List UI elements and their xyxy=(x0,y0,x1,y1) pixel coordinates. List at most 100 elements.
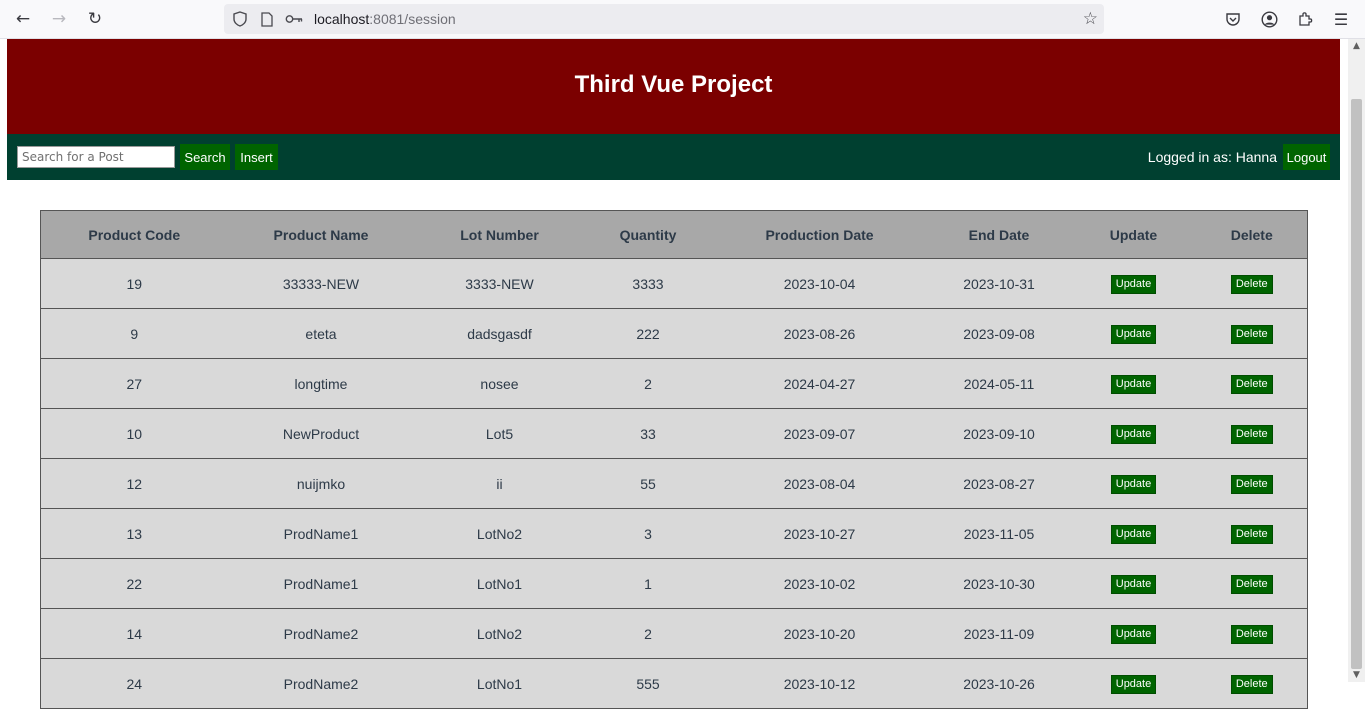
forward-icon[interactable]: → xyxy=(47,7,71,31)
delete-button[interactable]: Delete xyxy=(1230,374,1273,394)
column-header-quantity: Quantity xyxy=(584,210,712,259)
update-cell: Update xyxy=(1070,508,1197,559)
shield-icon[interactable] xyxy=(231,10,249,28)
pocket-icon[interactable] xyxy=(1222,8,1244,30)
end-date-cell: 2023-10-26 xyxy=(927,658,1071,709)
product-code-cell: 22 xyxy=(40,558,228,609)
update-cell: Update xyxy=(1070,458,1197,509)
delete-button[interactable]: Delete xyxy=(1230,524,1273,544)
page-icon[interactable] xyxy=(258,10,276,28)
product-code-cell: 13 xyxy=(40,508,228,559)
delete-cell: Delete xyxy=(1196,508,1308,559)
update-button[interactable]: Update xyxy=(1110,524,1157,544)
delete-button[interactable]: Delete xyxy=(1230,274,1273,294)
product-name-cell: ProdName2 xyxy=(227,608,415,659)
end-date-cell: 2023-09-10 xyxy=(927,408,1071,459)
quantity-cell: 1 xyxy=(584,558,712,609)
table-header-row: Product Code Product Name Lot Number Qua… xyxy=(40,210,1308,259)
column-header-delete: Delete xyxy=(1196,210,1308,259)
update-button[interactable]: Update xyxy=(1110,674,1157,694)
table-row: 9 eteta dadsgasdf 222 2023-08-26 2023-09… xyxy=(40,308,1308,359)
app-toolbar: Search Insert Logged in as: Hanna Logout xyxy=(7,134,1340,180)
product-name-cell: eteta xyxy=(227,308,415,359)
page-title: Third Vue Project xyxy=(574,70,773,98)
update-cell: Update xyxy=(1070,658,1197,709)
back-icon[interactable]: ← xyxy=(11,7,35,31)
end-date-cell: 2023-11-05 xyxy=(927,508,1071,559)
column-header-lot-number: Lot Number xyxy=(414,210,585,259)
production-date-cell: 2023-10-02 xyxy=(711,558,928,609)
production-date-cell: 2023-08-26 xyxy=(711,308,928,359)
lot-number-cell: LotNo2 xyxy=(414,508,585,559)
account-icon[interactable] xyxy=(1258,8,1280,30)
delete-button[interactable]: Delete xyxy=(1230,424,1273,444)
update-button[interactable]: Update xyxy=(1110,624,1157,644)
delete-button[interactable]: Delete xyxy=(1230,624,1273,644)
product-code-cell: 14 xyxy=(40,608,228,659)
logged-in-status: Logged in as: Hanna xyxy=(1147,149,1277,165)
product-name-cell: ProdName1 xyxy=(227,558,415,609)
lot-number-cell: LotNo1 xyxy=(414,658,585,709)
delete-cell: Delete xyxy=(1196,658,1308,709)
products-table: Product Code Product Name Lot Number Qua… xyxy=(40,210,1308,709)
lot-number-cell: dadsgasdf xyxy=(414,308,585,359)
product-code-cell: 12 xyxy=(40,458,228,509)
production-date-cell: 2023-08-04 xyxy=(711,458,928,509)
product-code-cell: 9 xyxy=(40,308,228,359)
logout-button[interactable]: Logout xyxy=(1283,144,1330,170)
url-host: localhost xyxy=(314,11,370,27)
production-date-cell: 2023-10-20 xyxy=(711,608,928,659)
scroll-up-arrow-icon[interactable]: ▲ xyxy=(1348,39,1365,53)
production-date-cell: 2023-09-07 xyxy=(711,408,928,459)
update-button[interactable]: Update xyxy=(1110,474,1157,494)
product-name-cell: nuijmko xyxy=(227,458,415,509)
product-code-cell: 10 xyxy=(40,408,228,459)
delete-button[interactable]: Delete xyxy=(1230,574,1273,594)
products-table-container: Product Code Product Name Lot Number Qua… xyxy=(40,210,1308,709)
quantity-cell: 3333 xyxy=(584,258,712,309)
update-button[interactable]: Update xyxy=(1110,274,1157,294)
delete-button[interactable]: Delete xyxy=(1230,474,1273,494)
reload-icon[interactable]: ↻ xyxy=(83,7,107,31)
delete-button[interactable]: Delete xyxy=(1230,324,1273,344)
update-cell: Update xyxy=(1070,358,1197,409)
update-button[interactable]: Update xyxy=(1110,424,1157,444)
update-cell: Update xyxy=(1070,258,1197,309)
product-name-cell: longtime xyxy=(227,358,415,409)
update-button[interactable]: Update xyxy=(1110,324,1157,344)
lot-number-cell: LotNo2 xyxy=(414,608,585,659)
search-button[interactable]: Search xyxy=(180,144,230,170)
end-date-cell: 2023-08-27 xyxy=(927,458,1071,509)
production-date-cell: 2023-10-12 xyxy=(711,658,928,709)
scroll-down-arrow-icon[interactable]: ▼ xyxy=(1348,668,1365,682)
url-text[interactable]: localhost:8081/session xyxy=(314,11,456,27)
menu-icon[interactable]: ☰ xyxy=(1330,8,1352,30)
quantity-cell: 3 xyxy=(584,508,712,559)
update-cell: Update xyxy=(1070,308,1197,359)
quantity-cell: 55 xyxy=(584,458,712,509)
page-scrollbar[interactable]: ▲ ▼ xyxy=(1348,39,1365,682)
delete-button[interactable]: Delete xyxy=(1230,674,1273,694)
quantity-cell: 222 xyxy=(584,308,712,359)
lot-number-cell: 3333-NEW xyxy=(414,258,585,309)
delete-cell: Delete xyxy=(1196,308,1308,359)
key-icon[interactable] xyxy=(285,10,303,28)
product-name-cell: NewProduct xyxy=(227,408,415,459)
address-bar[interactable]: localhost:8081/session ☆ xyxy=(224,4,1104,34)
table-row: 10 NewProduct Lot5 33 2023-09-07 2023-09… xyxy=(40,408,1308,459)
end-date-cell: 2024-05-11 xyxy=(927,358,1071,409)
update-button[interactable]: Update xyxy=(1110,374,1157,394)
scrollbar-thumb[interactable] xyxy=(1351,99,1362,669)
table-row: 27 longtime nosee 2 2024-04-27 2024-05-1… xyxy=(40,358,1308,409)
update-button[interactable]: Update xyxy=(1110,574,1157,594)
bookmark-star-icon[interactable]: ☆ xyxy=(1083,9,1098,29)
search-input[interactable] xyxy=(17,146,175,168)
column-header-end-date: End Date xyxy=(927,210,1071,259)
delete-cell: Delete xyxy=(1196,558,1308,609)
quantity-cell: 555 xyxy=(584,658,712,709)
product-code-cell: 19 xyxy=(40,258,228,309)
column-header-update: Update xyxy=(1070,210,1197,259)
insert-button[interactable]: Insert xyxy=(235,144,278,170)
lot-number-cell: Lot5 xyxy=(414,408,585,459)
extensions-icon[interactable] xyxy=(1294,8,1316,30)
